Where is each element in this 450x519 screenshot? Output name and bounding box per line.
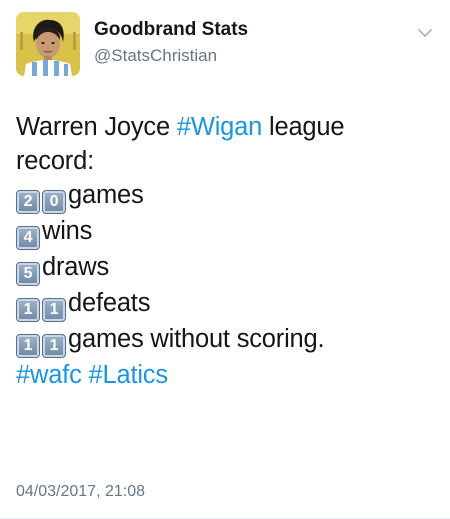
tweet-text-segment: games without scoring. xyxy=(68,325,325,353)
author-handle[interactable]: @StatsChristian xyxy=(94,44,248,68)
keycap-digit-emoji: 1 xyxy=(42,298,66,322)
tweet-text-segment: record: xyxy=(16,147,94,175)
tweet-line: 4 wins xyxy=(16,214,436,250)
keycap-digit-emoji: 1 xyxy=(16,334,40,358)
keycap-digit-emoji: 2 xyxy=(16,190,40,214)
author-display-name[interactable]: Goodbrand Stats xyxy=(94,18,248,42)
keycap-digit-emoji: 0 xyxy=(42,190,66,214)
hashtag-link[interactable]: #Wigan xyxy=(177,113,262,141)
tweet-text-segment: defeats xyxy=(68,289,151,317)
profile-photo-icon[interactable] xyxy=(16,12,80,76)
keycap-digit-emoji: 4 xyxy=(16,226,40,250)
tweet-line: 5 draws xyxy=(16,250,436,286)
tweet-line: #wafc #Latics xyxy=(16,358,436,392)
tweet-text-segment: league xyxy=(262,113,345,141)
tweet-text-segment: wins xyxy=(42,217,93,245)
tweet-line: Warren Joyce #Wigan league xyxy=(16,110,436,144)
hashtag-link[interactable]: #wafc xyxy=(16,361,82,389)
tweet-line: 1 1 games without scoring. xyxy=(16,322,436,358)
keycap-digit-emoji: 1 xyxy=(42,334,66,358)
tweet-text-segment: Warren Joyce xyxy=(16,113,177,141)
tweet-card: Goodbrand Stats @StatsChristian Warren J… xyxy=(0,0,450,519)
tweet-text-segment: games xyxy=(68,181,144,209)
tweet-line: record: xyxy=(16,144,436,178)
keycap-digit-emoji: 5 xyxy=(16,262,40,286)
tweet-line: 2 0 games xyxy=(16,178,436,214)
keycap-digit-emoji: 1 xyxy=(16,298,40,322)
chevron-down-icon[interactable] xyxy=(416,26,434,40)
author-names: Goodbrand Stats @StatsChristian xyxy=(94,18,248,68)
tweet-text-segment: draws xyxy=(42,253,110,281)
tweet-timestamp[interactable]: 04/03/2017, 21:08 xyxy=(16,482,145,502)
tweet-line: 1 1 defeats xyxy=(16,286,436,322)
tweet-header: Goodbrand Stats @StatsChristian xyxy=(16,12,440,82)
tweet-text: Warren Joyce #Wigan league record: 2 0 gam… xyxy=(16,110,436,392)
hashtag-link[interactable]: #Latics xyxy=(89,361,169,389)
